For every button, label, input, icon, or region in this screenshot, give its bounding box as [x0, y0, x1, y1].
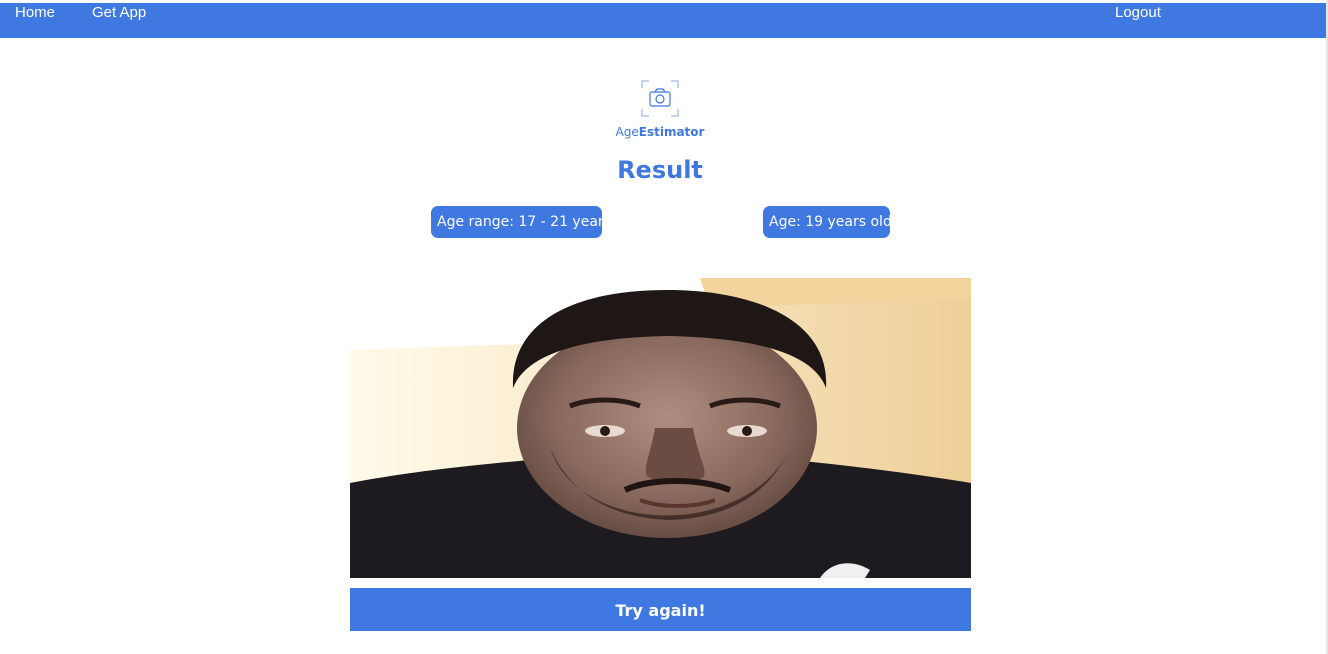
try-again-button[interactable]: Try again! [350, 588, 971, 631]
uploaded-face-photo [350, 278, 971, 578]
top-navbar: Home Get App Logout [0, 3, 1326, 38]
nav-home-link[interactable]: Home [15, 4, 55, 22]
brand-name-bold: Estimator [638, 125, 705, 139]
brand-name: AgeEstimator [600, 125, 720, 139]
camera-icon [641, 80, 679, 117]
age-badge: Age: 19 years old [763, 206, 892, 238]
nav-get-app-link[interactable]: Get App [92, 4, 146, 22]
nav-logout-link[interactable]: Logout [1115, 4, 1161, 22]
age-range-badge: Age range: 17 - 21 years [431, 206, 611, 238]
brand-name-light: Age [615, 125, 639, 139]
page-title: Result [617, 156, 703, 184]
